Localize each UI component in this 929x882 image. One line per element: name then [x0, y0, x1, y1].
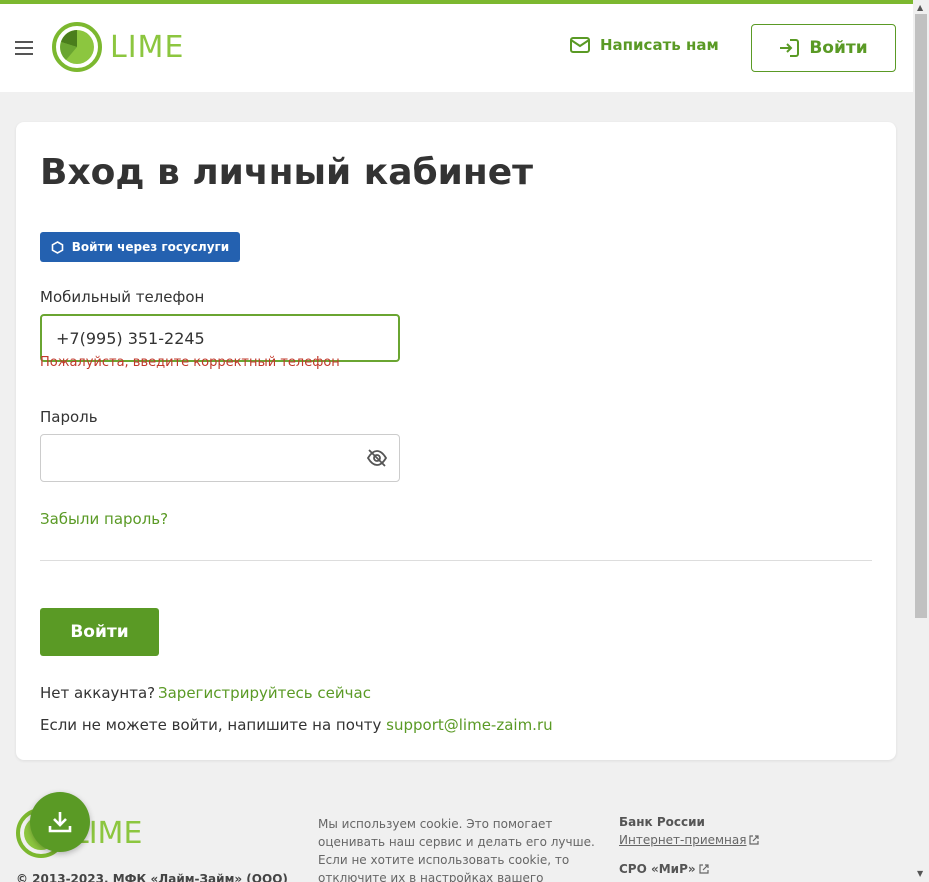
download-icon: [48, 812, 72, 833]
download-app-button[interactable]: [30, 792, 90, 852]
logo-text: LIME: [110, 29, 185, 65]
scroll-down-arrow[interactable]: ▼: [917, 869, 923, 878]
page-title: Вход в личный кабинет: [40, 152, 534, 193]
mail-icon: [570, 37, 590, 53]
write-us-link[interactable]: Написать нам: [570, 36, 719, 54]
external-link-icon: [699, 864, 709, 874]
forgot-password-link[interactable]: Забыли пароль?: [40, 510, 168, 528]
no-account-text: Нет аккаунта?: [40, 684, 156, 702]
gosuslugi-button[interactable]: Войти через госуслуги: [40, 232, 240, 262]
scrollbar[interactable]: ▲ ▼: [913, 0, 929, 882]
hexagon-icon: [51, 240, 64, 254]
reception-link[interactable]: Интернет-приемная: [619, 833, 746, 847]
password-field: [40, 434, 400, 482]
header: LIME Написать нам Войти: [0, 4, 913, 92]
support-email-link[interactable]: support@lime-zaim.ru: [386, 716, 552, 734]
support-prefix: Если не можете войти, напишите на почту: [40, 716, 387, 734]
copyright: © 2013-2023. МФК «Лайм-Займ» (ООО): [16, 872, 288, 882]
support-text: Если не можете войти, напишите на почту …: [40, 716, 553, 734]
sro-link[interactable]: СРО «МиР»: [619, 862, 696, 876]
scroll-thumb[interactable]: [915, 14, 927, 618]
password-label: Пароль: [40, 408, 98, 426]
login-icon: [780, 39, 800, 57]
phone-label: Мобильный телефон: [40, 288, 205, 306]
external-link-icon: [749, 835, 759, 845]
eye-off-icon[interactable]: [366, 447, 388, 469]
divider: [40, 560, 872, 561]
header-login-label: Войти: [809, 38, 868, 58]
submit-login-button[interactable]: Войти: [40, 608, 159, 656]
gosuslugi-label: Войти через госуслуги: [71, 240, 230, 254]
lime-logo-icon: [52, 22, 102, 72]
cookie-notice: Мы используем cookie. Это помогает оцени…: [318, 817, 595, 882]
login-card: Вход в личный кабинет Войти через госусл…: [16, 122, 896, 760]
scroll-up-arrow[interactable]: ▲: [917, 3, 923, 12]
logo[interactable]: LIME: [52, 22, 184, 72]
menu-icon[interactable]: [15, 41, 33, 55]
phone-error: Пожалуйста, введите корректный телефон: [40, 355, 340, 370]
header-login-button[interactable]: Войти: [751, 24, 896, 72]
register-link[interactable]: Зарегистрируйтесь сейчас: [158, 684, 371, 702]
bank-russia-heading: Банк России: [619, 815, 705, 829]
password-input[interactable]: [40, 434, 400, 482]
write-us-label: Написать нам: [600, 36, 719, 54]
